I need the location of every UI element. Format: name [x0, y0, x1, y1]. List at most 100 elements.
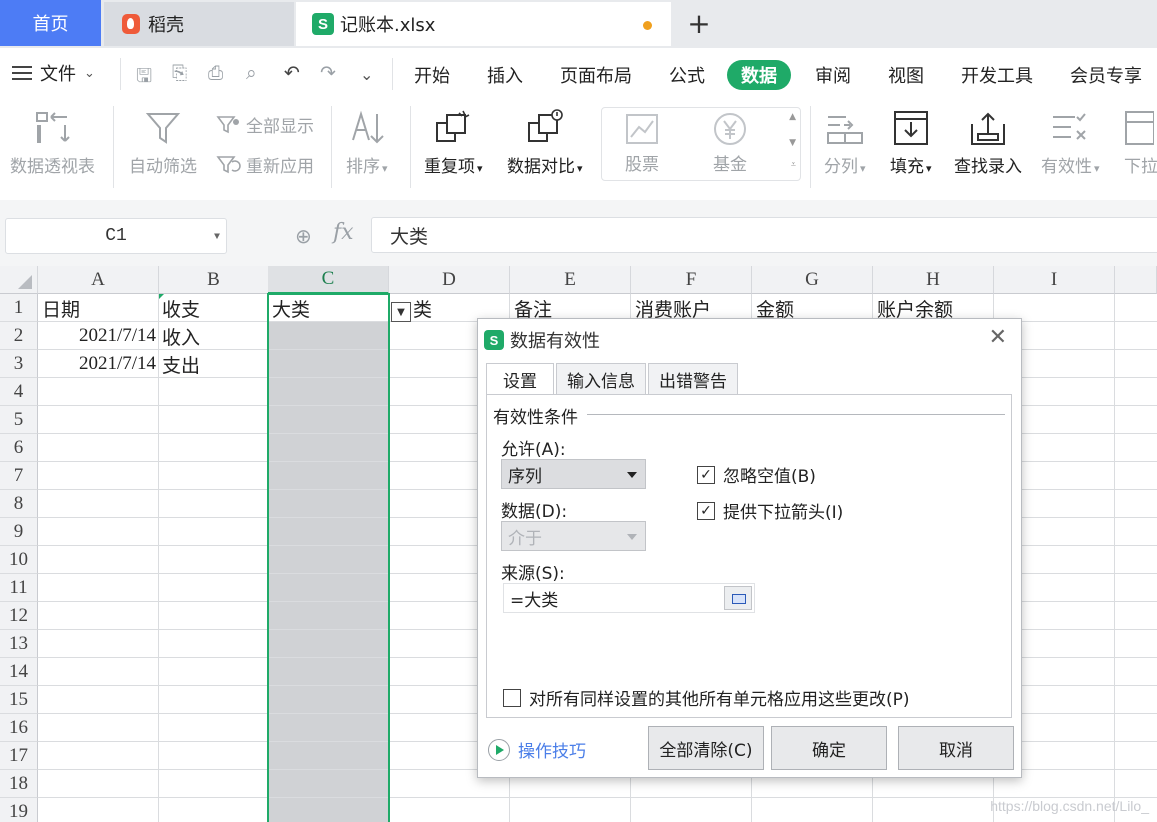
row-header[interactable]: 11 [0, 574, 38, 602]
column-header-b[interactable]: B [159, 266, 269, 294]
row-header[interactable]: 6 [0, 434, 38, 462]
formula-input[interactable]: 大类 [371, 217, 1157, 253]
column-header-d[interactable]: D [389, 266, 510, 294]
print-icon[interactable]: ⎙ [208, 62, 223, 84]
name-box[interactable]: C1 ▼ [5, 218, 227, 254]
tab-settings[interactable]: 设置 [486, 363, 554, 395]
dropdown-list-label: 下拉 [1124, 157, 1157, 177]
name-box-arrow-icon[interactable]: ▼ [214, 232, 220, 243]
row-header[interactable]: 8 [0, 490, 38, 518]
row-header[interactable]: 16 [0, 714, 38, 742]
formula-bar: C1 ▼ ⊕ fx 大类 [0, 200, 1157, 266]
column-header-h[interactable]: H [873, 266, 994, 294]
row-header[interactable]: 14 [0, 658, 38, 686]
row-header[interactable]: 4 [0, 378, 38, 406]
column-header-a[interactable]: A [38, 266, 159, 294]
new-tab-button[interactable]: + [687, 6, 711, 40]
menu-tab-developer[interactable]: 开发工具 [961, 60, 1033, 90]
undo-icon[interactable]: ↶ [284, 62, 300, 84]
range-picker-icon[interactable] [724, 586, 752, 610]
row-header[interactable]: 17 [0, 742, 38, 770]
row-header[interactable]: 18 [0, 770, 38, 798]
allow-select[interactable]: 序列 [501, 459, 646, 489]
menu-tab-view[interactable]: 视图 [888, 60, 924, 90]
column-header-g[interactable]: G [752, 266, 873, 294]
tab-document[interactable]: S 记账本.xlsx [296, 2, 671, 46]
column-header-j[interactable] [1115, 266, 1157, 294]
cancel-button[interactable]: 取消 [898, 726, 1014, 770]
ok-button[interactable]: 确定 [771, 726, 887, 770]
row-header[interactable]: 12 [0, 602, 38, 630]
file-menu-button[interactable]: 文件 ⌄ [12, 60, 95, 86]
menu-tab-page-layout[interactable]: 页面布局 [560, 60, 632, 90]
export-pdf-icon[interactable]: ⎘ [172, 62, 187, 84]
tips-link[interactable]: 操作技巧 [488, 737, 586, 762]
source-input[interactable]: =大类 [503, 583, 755, 613]
print-preview-icon[interactable]: ⌕ [246, 62, 257, 84]
cell-a1[interactable]: 日期 [42, 294, 80, 322]
row-header[interactable]: 7 [0, 462, 38, 490]
cell-d1[interactable]: 类 [413, 294, 432, 322]
split-column-button[interactable]: 分列 ▾ [824, 108, 866, 177]
data-select[interactable]: 介于 [501, 521, 646, 551]
tab-input-message[interactable]: 输入信息 [556, 363, 646, 395]
ignore-blank-checkbox[interactable]: ✓ 忽略空值(B) [697, 462, 816, 487]
row-header[interactable]: 5 [0, 406, 38, 434]
show-all-button[interactable]: 全部显示 [216, 112, 314, 137]
cell-b3[interactable]: 支出 [162, 350, 200, 378]
tab-home[interactable]: 首页 [0, 0, 101, 46]
gallery-up-icon[interactable]: ▲ [789, 112, 796, 122]
caret-down-icon: ▼ [397, 306, 405, 318]
apply-all-checkbox[interactable]: 对所有同样设置的其他所有单元格应用这些更改(P) [503, 685, 910, 710]
column-header-e[interactable]: E [510, 266, 631, 294]
menu-tab-review[interactable]: 审阅 [815, 60, 851, 90]
fill-button[interactable]: 填充 ▾ [890, 108, 932, 177]
zoom-icon[interactable]: ⊕ [295, 224, 312, 248]
row-header[interactable]: 3 [0, 350, 38, 378]
row-header[interactable]: 15 [0, 686, 38, 714]
sort-button[interactable]: 排序 ▾ [346, 108, 388, 177]
gallery-down-icon[interactable]: ▼ [789, 138, 796, 148]
row-header[interactable]: 10 [0, 546, 38, 574]
row-header[interactable]: 9 [0, 518, 38, 546]
redo-icon[interactable]: ↷ [320, 62, 336, 84]
allow-label: 允许(A): [501, 440, 566, 460]
validity-button[interactable]: 有效性 ▾ [1041, 108, 1100, 177]
compare-button[interactable]: 数据对比 ▾ [507, 108, 583, 177]
close-icon[interactable]: ✕ [989, 325, 1007, 350]
column-header-i[interactable]: I [994, 266, 1115, 294]
column-header-c[interactable]: C [268, 266, 389, 294]
menu-tab-start[interactable]: 开始 [414, 60, 450, 90]
lookup-entry-button[interactable]: 查找录入 [954, 108, 1022, 177]
menu-tab-formula[interactable]: 公式 [669, 60, 705, 90]
reapply-button[interactable]: 重新应用 [216, 152, 314, 177]
row-header[interactable]: 1 [0, 294, 38, 322]
select-all-corner[interactable] [0, 266, 38, 294]
save-icon[interactable]: 🖫 [136, 62, 152, 94]
menu-tab-data[interactable]: 数据 [727, 60, 791, 90]
tab-error-alert[interactable]: 出错警告 [648, 363, 738, 395]
compare-caret-icon: ▾ [577, 162, 583, 175]
column-header-f[interactable]: F [631, 266, 752, 294]
fx-icon[interactable]: fx [333, 220, 354, 245]
pivot-table-button[interactable]: 数据透视表 [10, 108, 95, 177]
cell-c1[interactable]: 大类 [272, 294, 310, 322]
cell-a3[interactable]: 2021/7/14 [38, 350, 156, 378]
autofilter-button[interactable]: 自动筛选 [129, 108, 197, 177]
row-header[interactable]: 19 [0, 798, 38, 822]
menu-tab-insert[interactable]: 插入 [487, 60, 523, 90]
gallery-expand-icon[interactable]: ⩡ [791, 160, 796, 170]
cell-b1[interactable]: 收支 [162, 294, 200, 322]
row-header[interactable]: 2 [0, 322, 38, 350]
cell-a2[interactable]: 2021/7/14 [38, 322, 156, 350]
row-header[interactable]: 13 [0, 630, 38, 658]
menu-tab-member[interactable]: 会员专享 [1070, 60, 1142, 90]
tab-daoke[interactable]: 稻壳 [104, 2, 294, 46]
cell-b2[interactable]: 收入 [162, 322, 200, 350]
cell-dropdown-button[interactable]: ▼ [391, 302, 411, 322]
dropdown-list-button[interactable]: 下拉 [1124, 108, 1157, 177]
more-icon[interactable]: ⌄ [360, 65, 373, 84]
clear-all-button[interactable]: 全部清除(C) [648, 726, 764, 770]
show-dropdown-checkbox[interactable]: ✓ 提供下拉箭头(I) [697, 498, 843, 523]
duplicates-button[interactable]: 重复项 ▾ [424, 108, 483, 177]
